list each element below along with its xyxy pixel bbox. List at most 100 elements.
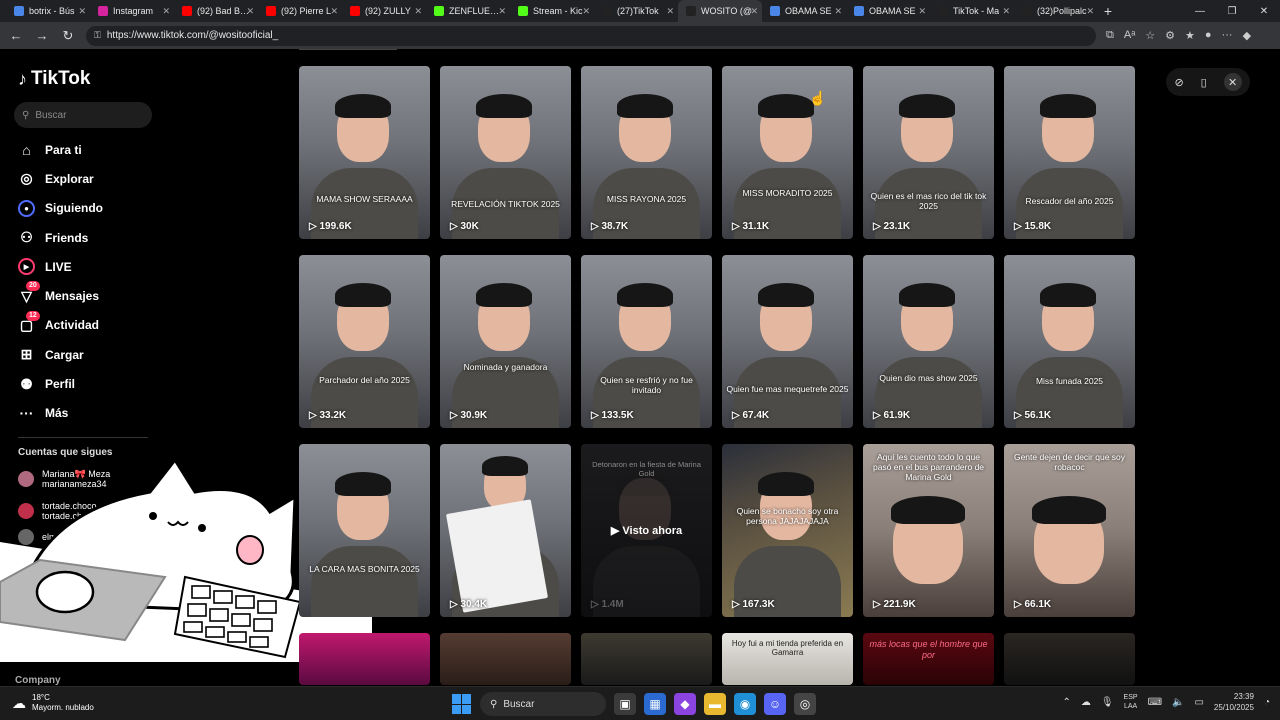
tab-close-icon[interactable]: ✕ — [414, 6, 422, 17]
tiktok-logo[interactable]: ♪ TikTok — [18, 68, 90, 90]
open-in-app-icon[interactable]: ⧉ — [1106, 29, 1114, 42]
video-card[interactable]: MISS RAYONA 2025 ▷ 38.7K — [581, 66, 712, 239]
task-view-icon[interactable]: ▣ — [614, 693, 636, 715]
tab-close-icon[interactable]: ✕ — [162, 6, 170, 17]
menu-icon[interactable]: ··· — [1222, 29, 1233, 42]
video-card[interactable]: LA CARA MAS BONITA 2025 — [299, 444, 430, 617]
chevron-up-icon[interactable]: ⌃ — [1062, 697, 1070, 708]
sidebar-item-friends[interactable]: ⚇ Friends — [18, 223, 103, 252]
video-card[interactable]: ▷ 30.4K — [440, 444, 571, 617]
video-card[interactable]: Quien es el mas rico del tik tok 2025 ▷ 2… — [863, 66, 994, 239]
sidebar-item-actividad[interactable]: ▢ 12 Actividad — [18, 310, 103, 340]
maximize-icon[interactable]: ❐ — [1216, 0, 1248, 22]
video-card[interactable]: Hoy fui a mi tienda preferida en Gamarra — [722, 633, 853, 685]
video-card[interactable]: Gente dejen de decir que soy robacoc ▷ 66… — [1004, 444, 1135, 617]
tab-close-icon[interactable]: ✕ — [834, 6, 842, 17]
file-explorer-icon[interactable]: ▬ — [704, 693, 726, 715]
taskbar-search[interactable]: ⚲ Buscar — [480, 692, 606, 716]
extensions-icon[interactable]: ⚙ — [1165, 29, 1175, 42]
video-card[interactable]: Aquí les cuento todo lo que pasó en el b… — [863, 444, 994, 617]
browser-tab[interactable]: (27)TikTok ✕ — [594, 0, 678, 22]
browser-tab[interactable]: TikTok - Ma ✕ — [930, 0, 1014, 22]
tab-close-icon[interactable]: ✕ — [330, 6, 338, 17]
browser-tab[interactable]: (92) ZULLY ✕ — [342, 0, 426, 22]
read-aloud-icon[interactable]: Aᵃ — [1124, 29, 1135, 42]
video-card[interactable] — [299, 633, 430, 685]
video-card[interactable] — [581, 633, 712, 685]
tab-close-icon[interactable]: ✕ — [666, 6, 674, 17]
video-card[interactable]: Miss funada 2025 ▷ 56.1K — [1004, 255, 1135, 428]
browser-tab[interactable]: ZENFLUENC ✕ — [426, 0, 510, 22]
tab-close-icon[interactable]: ✕ — [246, 6, 254, 17]
sidebar-item-cargar[interactable]: ⊞ Cargar — [18, 340, 103, 369]
chrome-icon[interactable]: ◎ — [794, 693, 816, 715]
back-icon[interactable]: ← — [8, 28, 24, 43]
company-link[interactable]: Company — [15, 675, 61, 686]
favorites-icon[interactable]: ★ — [1185, 29, 1195, 42]
video-card[interactable]: Quien dio mas show 2025 ▷ 61.9K — [863, 255, 994, 428]
tab-close-icon[interactable]: ✕ — [498, 6, 506, 17]
copilot-app-icon[interactable]: ◆ — [674, 693, 696, 715]
tab-close-icon[interactable]: ✕ — [78, 6, 86, 17]
language-indicator[interactable]: ESP LAA — [1124, 693, 1138, 711]
sidebar-item-mensajes[interactable]: ▽ 20 Mensajes — [18, 281, 103, 310]
tab-close-icon[interactable]: ✕ — [582, 6, 590, 17]
video-card[interactable]: Rescador del año 2025 ▷ 15.8K — [1004, 66, 1135, 239]
site-info-icon[interactable]: ⚿ — [94, 30, 101, 41]
video-card[interactable] — [440, 633, 571, 685]
mic-icon[interactable]: 🎙 — [1101, 697, 1114, 708]
new-tab-button[interactable]: + — [1098, 3, 1118, 19]
sidebar-item-m-s[interactable]: ··· Más — [18, 399, 103, 428]
weather-widget[interactable]: ☁ 18°C Mayorm. nublado — [12, 693, 94, 713]
sidebar-item-live[interactable]: ▶ LIVE — [18, 252, 103, 281]
compass-icon[interactable]: ⊘ — [1174, 76, 1183, 89]
video-card[interactable]: Quien fue mas mequetrefe 2025 ▷ 67.4K — [722, 255, 853, 428]
tab-close-icon[interactable]: ✕ — [918, 6, 926, 17]
forward-icon[interactable]: → — [34, 28, 50, 43]
search-input[interactable]: ⚲ Buscar — [14, 102, 152, 128]
profile-avatar-icon[interactable]: ● — [1205, 29, 1212, 42]
video-card[interactable]: Quien se bonacho soy otra persona JAJAJA… — [722, 444, 853, 617]
browser-tab[interactable]: Instagram ✕ — [90, 0, 174, 22]
volume-icon[interactable]: 🔈 — [1172, 697, 1184, 708]
sidebar-item-siguiendo[interactable]: ● Siguiendo — [18, 194, 103, 223]
tab-close-icon[interactable]: ✕ — [1002, 6, 1010, 17]
browser-tab[interactable]: OBAMA SE ✕ — [762, 0, 846, 22]
discord-icon[interactable]: ☺ — [764, 693, 786, 715]
sidebar-item-para-ti[interactable]: ⌂ Para ti — [18, 135, 103, 164]
windows-start-icon[interactable] — [452, 694, 472, 714]
clock[interactable]: 23:39 25/10/2025 — [1214, 691, 1254, 713]
favorite-star-icon[interactable]: ☆ — [1145, 29, 1155, 42]
video-card[interactable]: Detonaron en la fiesta de Marina Gold ▶ V… — [581, 444, 712, 617]
copilot-icon[interactable]: ◆ — [1243, 29, 1251, 42]
tab-close-icon[interactable]: ✕ — [750, 6, 758, 17]
reload-icon[interactable]: ↻ — [60, 28, 76, 44]
video-card[interactable]: MISS MORADITO 2025 ▷ 31.1K — [722, 66, 853, 239]
url-field[interactable]: ⚿ https://www.tiktok.com/@wositooficial_ — [86, 25, 1096, 46]
device-icon[interactable]: ▯ — [1201, 76, 1207, 89]
video-card[interactable]: Parchador del año 2025 ▷ 33.2K — [299, 255, 430, 428]
browser-tab[interactable]: (32)Pollipalc ✕ — [1014, 0, 1098, 22]
browser-tab[interactable]: botrix - Bús ✕ — [6, 0, 90, 22]
minimize-icon[interactable]: — — [1184, 0, 1216, 22]
video-card[interactable] — [1004, 633, 1135, 685]
browser-tab[interactable]: OBAMA SE ✕ — [846, 0, 930, 22]
sidebar-item-perfil[interactable]: ⚉ Perfil — [18, 369, 103, 398]
battery-icon[interactable]: ▭ — [1194, 697, 1203, 708]
browser-tab[interactable]: (92) Pierre L ✕ — [258, 0, 342, 22]
video-card[interactable]: REVELACIÓN TIKTOK 2025 ▷ 30K — [440, 66, 571, 239]
tab-close-icon[interactable]: ✕ — [1086, 6, 1094, 17]
browser-tab[interactable]: WOSITO (@ ✕ — [678, 0, 762, 22]
notifications-icon[interactable]: ◔ — [1264, 697, 1270, 708]
onedrive-icon[interactable]: ☁ — [1081, 697, 1091, 708]
video-card[interactable]: Quien se resfrió y no fue invitado ▷ 133.… — [581, 255, 712, 428]
browser-tab[interactable]: (92) Bad Bun ✕ — [174, 0, 258, 22]
video-card[interactable]: Nominada y ganadora ▷ 30.9K — [440, 255, 571, 428]
store-icon[interactable]: ▦ — [644, 693, 666, 715]
video-card[interactable]: más locas que el hombre que por — [863, 633, 994, 685]
video-card[interactable]: MAMA SHOW SERAAAA ▷ 199.6K — [299, 66, 430, 239]
close-icon[interactable]: ✕ — [1223, 73, 1242, 91]
edge-icon[interactable]: ◉ — [734, 693, 756, 715]
browser-tab[interactable]: Stream - Kic ✕ — [510, 0, 594, 22]
network-icon[interactable]: ⌨ — [1148, 697, 1162, 708]
